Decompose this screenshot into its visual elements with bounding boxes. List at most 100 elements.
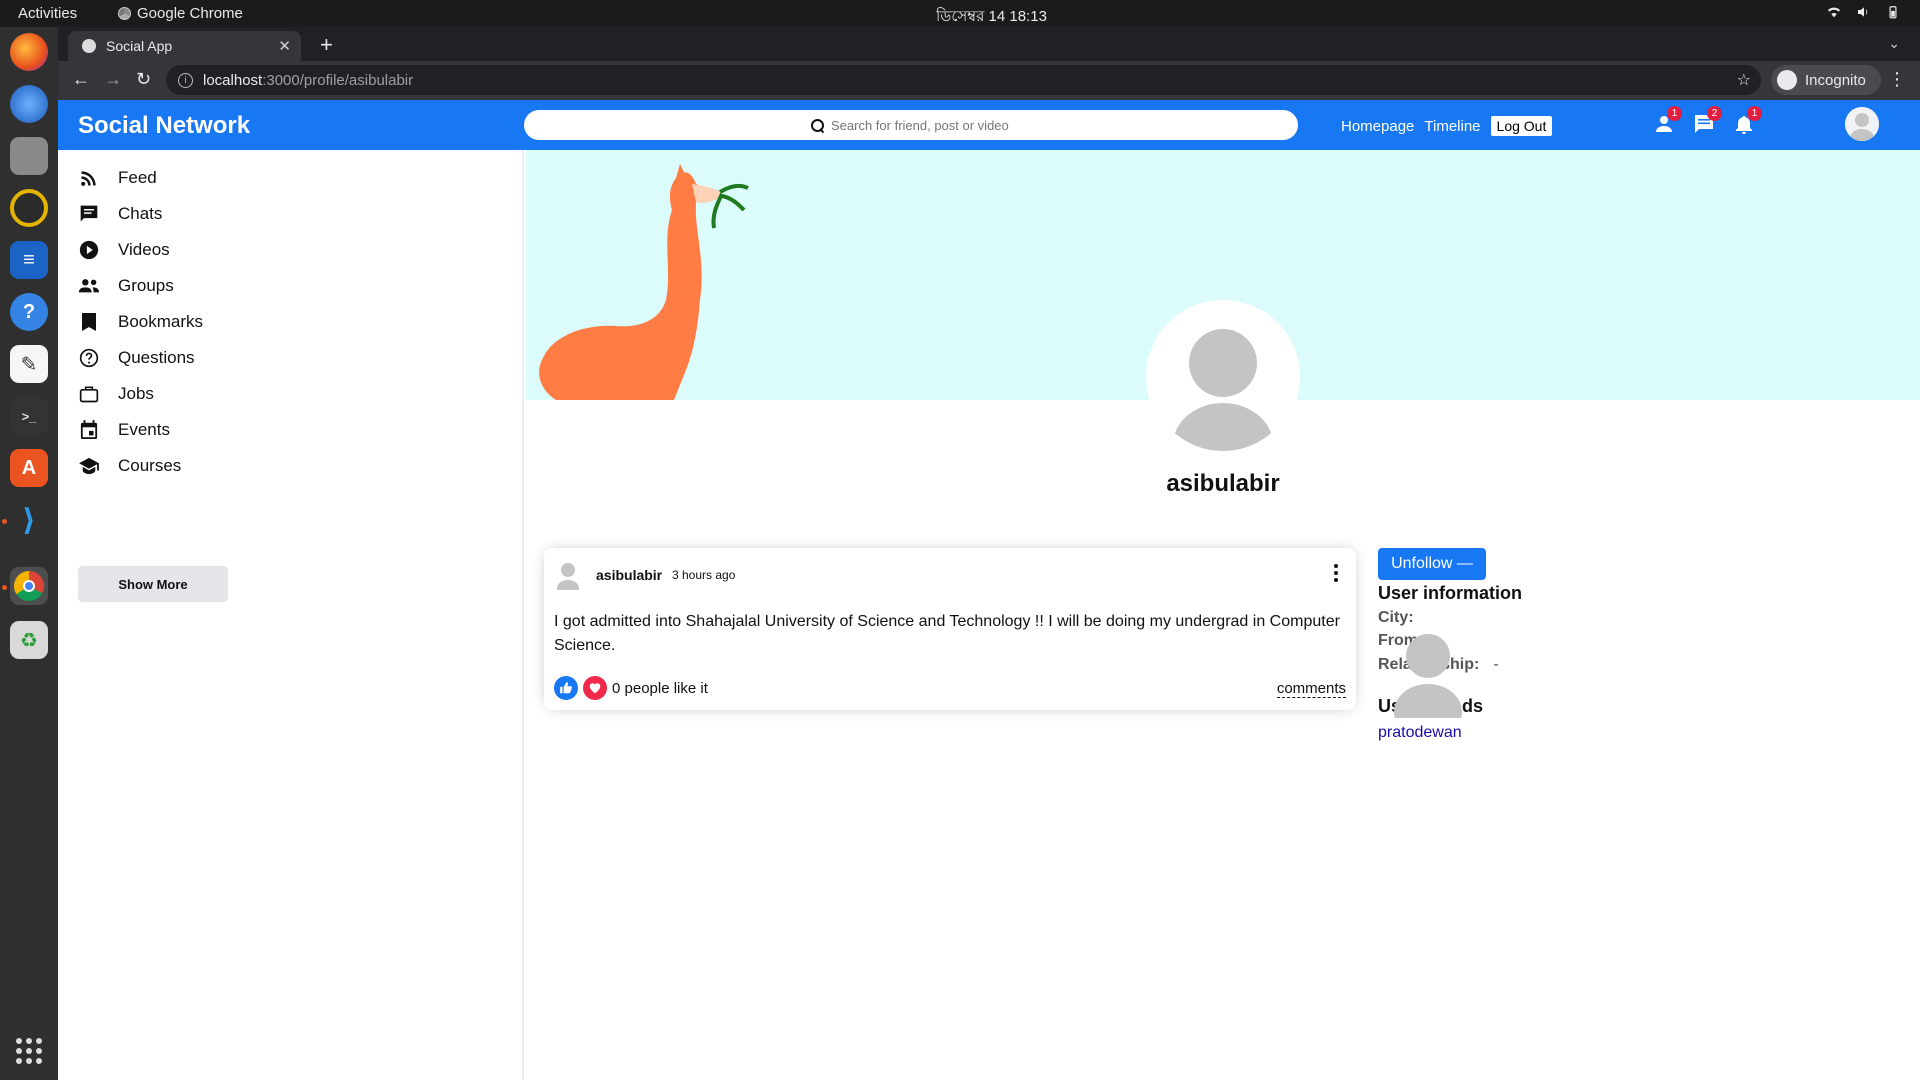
like-icon[interactable] bbox=[554, 676, 578, 700]
bookmark-star-icon[interactable]: ☆ bbox=[1737, 70, 1751, 90]
sidebar-item-jobs[interactable]: Jobs bbox=[78, 382, 154, 406]
post-reactions: 0 people like it bbox=[554, 676, 708, 700]
profile-picture[interactable] bbox=[1146, 300, 1300, 454]
top-icons: 1 2 1 bbox=[1652, 106, 1762, 138]
like-count: 0 people like it bbox=[612, 679, 708, 697]
reload-icon[interactable]: ↻ bbox=[136, 69, 151, 90]
os-top-bar: Activities Google Chrome ডিসেম্বর 14 18:… bbox=[0, 0, 1920, 27]
sidebar-item-events[interactable]: Events bbox=[78, 418, 170, 442]
sidebar-item-chats[interactable]: Chats bbox=[78, 202, 162, 226]
messages-badge: 2 bbox=[1707, 106, 1722, 121]
comments-link[interactable]: comments bbox=[1276, 680, 1346, 698]
info-value: - bbox=[1493, 656, 1499, 673]
sidebar-item-label: Videos bbox=[118, 240, 170, 259]
brand-logo[interactable]: Social Network bbox=[78, 112, 250, 140]
avatar-placeholder-icon bbox=[557, 563, 579, 596]
activities-button[interactable]: Activities bbox=[18, 5, 77, 22]
files-icon[interactable] bbox=[10, 137, 48, 175]
post-author-avatar[interactable] bbox=[556, 562, 580, 596]
search-bar[interactable] bbox=[524, 110, 1298, 140]
sidebar-item-label: Chats bbox=[118, 204, 163, 223]
terminal-icon[interactable]: >_ bbox=[10, 397, 48, 435]
incognito-label: Incognito bbox=[1805, 71, 1866, 89]
sidebar-item-label: Feed bbox=[118, 168, 157, 187]
rss-feed-icon bbox=[78, 167, 100, 189]
top-links: Homepage Timeline Log Out bbox=[1341, 116, 1553, 136]
llama-illustration bbox=[539, 164, 749, 400]
post-options-icon[interactable] bbox=[1334, 564, 1338, 582]
sidebar-item-bookmarks[interactable]: Bookmarks bbox=[78, 310, 203, 334]
text-editor-icon[interactable]: ✎ bbox=[10, 345, 48, 383]
chrome-icon bbox=[118, 7, 131, 20]
friend-requests-button[interactable]: 1 bbox=[1652, 106, 1682, 138]
sidebar-item-courses[interactable]: Courses bbox=[78, 454, 181, 478]
sidebar-item-label: Groups bbox=[118, 276, 174, 295]
site-info-icon[interactable]: i bbox=[178, 72, 193, 88]
trash-icon[interactable]: ♻ bbox=[10, 621, 48, 659]
address-bar[interactable]: i localhost:3000/profile/asibulabir ☆ bbox=[166, 65, 1761, 95]
profile-username: asibulabir bbox=[1166, 470, 1280, 497]
browser-tab[interactable]: Social App ✕ bbox=[68, 31, 301, 61]
notifications-button[interactable]: 1 bbox=[1732, 106, 1762, 138]
app-name-label: Google Chrome bbox=[137, 5, 243, 22]
chat-icon bbox=[78, 203, 100, 225]
unfollow-button[interactable]: Unfollow — bbox=[1378, 548, 1486, 580]
sidebar-item-label: Jobs bbox=[118, 384, 154, 403]
sidebar-item-groups[interactable]: Groups bbox=[78, 274, 174, 298]
close-tab-icon[interactable]: ✕ bbox=[278, 37, 291, 55]
show-apps-icon[interactable] bbox=[16, 1038, 42, 1064]
calendar-icon bbox=[78, 419, 100, 441]
volume-icon bbox=[1858, 7, 1868, 17]
sidebar: Feed Chats Videos Groups Bookmarks Quest… bbox=[58, 150, 524, 1080]
browser-menu-icon[interactable]: ⋮ bbox=[1888, 69, 1906, 90]
heart-icon[interactable] bbox=[583, 676, 607, 700]
avatar-placeholder-icon bbox=[1149, 303, 1297, 451]
globe-icon bbox=[82, 39, 96, 53]
briefcase-icon bbox=[78, 383, 100, 405]
post-text: I got admitted into Shahajalal Universit… bbox=[554, 613, 1340, 654]
thunderbird-icon[interactable] bbox=[10, 85, 48, 123]
friend-item[interactable]: pratodewan bbox=[1378, 632, 1468, 742]
software-icon[interactable]: A bbox=[10, 449, 48, 487]
homepage-link[interactable]: Homepage bbox=[1341, 118, 1414, 135]
running-indicator bbox=[2, 585, 7, 590]
show-more-button[interactable]: Show More bbox=[78, 566, 228, 602]
help-icon[interactable]: ? bbox=[10, 293, 48, 331]
sidebar-item-videos[interactable]: Videos bbox=[78, 238, 170, 262]
friend-name[interactable]: pratodewan bbox=[1378, 724, 1468, 742]
search-icon bbox=[811, 119, 824, 132]
user-avatar[interactable] bbox=[1845, 107, 1879, 141]
writer-icon[interactable]: ≡ bbox=[10, 241, 48, 279]
tab-search-icon[interactable]: ⌄ bbox=[1888, 35, 1900, 52]
wifi-icon bbox=[1828, 7, 1840, 18]
post-author-name[interactable]: asibulabir bbox=[596, 567, 662, 583]
chrome-dock-icon[interactable] bbox=[10, 567, 48, 605]
sidebar-item-questions[interactable]: Questions bbox=[78, 346, 195, 370]
back-icon[interactable]: ← bbox=[72, 69, 90, 90]
browser-toolbar: ← → ↻ i localhost:3000/profile/asibulabi… bbox=[58, 61, 1920, 100]
sidebar-item-label: Courses bbox=[118, 456, 182, 475]
app-topbar: Social Network Homepage Timeline Log Out… bbox=[58, 100, 1920, 150]
forward-icon[interactable]: → bbox=[104, 69, 122, 90]
incognito-indicator[interactable]: Incognito bbox=[1771, 65, 1881, 95]
help-circle-icon bbox=[78, 347, 100, 369]
avatar-placeholder-icon bbox=[1394, 634, 1462, 740]
firefox-icon[interactable] bbox=[10, 33, 48, 71]
url-host: localhost bbox=[203, 71, 263, 89]
post-timestamp: 3 hours ago bbox=[672, 568, 736, 582]
new-tab-button[interactable]: + bbox=[320, 32, 333, 58]
search-input[interactable] bbox=[831, 117, 1011, 133]
running-indicator bbox=[2, 519, 7, 524]
vscode-icon[interactable]: ⟩ bbox=[10, 501, 48, 539]
logout-button[interactable]: Log Out bbox=[1490, 116, 1553, 136]
app-menu[interactable]: Google Chrome bbox=[118, 5, 243, 22]
avatar-placeholder-icon bbox=[1845, 107, 1879, 141]
system-tray[interactable] bbox=[1826, 4, 1900, 20]
timeline-link[interactable]: Timeline bbox=[1424, 118, 1480, 135]
rhythmbox-icon[interactable] bbox=[10, 189, 48, 227]
messages-button[interactable]: 2 bbox=[1692, 106, 1722, 138]
friend-requests-badge: 1 bbox=[1667, 106, 1682, 121]
play-circle-icon bbox=[78, 239, 100, 261]
sidebar-item-feed[interactable]: Feed bbox=[78, 166, 157, 190]
friend-avatar[interactable] bbox=[1392, 632, 1464, 740]
